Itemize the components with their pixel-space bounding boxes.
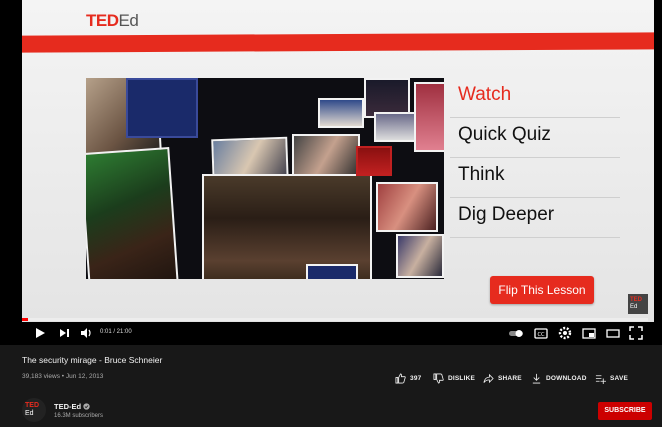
subscriber-count: 16.3M subscribers: [54, 413, 104, 419]
channel-watermark[interactable]: TED Ed: [628, 294, 648, 314]
video-player[interactable]: TEDEd Watch Quick Quiz Think Dig Deeper …: [0, 0, 662, 345]
save-button[interactable]: SAVE: [595, 372, 628, 384]
fullscreen-icon[interactable]: [628, 325, 644, 341]
download-button[interactable]: DOWNLOAD: [531, 372, 587, 384]
ted-ed-logo: TEDEd: [86, 11, 139, 30]
miniplayer-icon[interactable]: [581, 325, 597, 341]
thumbs-down-icon: [433, 373, 444, 383]
subscribe-button[interactable]: SUBSCRIBE: [598, 402, 652, 420]
autoplay-toggle-icon[interactable]: [508, 325, 524, 341]
like-count: 397: [410, 374, 422, 382]
player-controls: 0:01 / 21:00 CC: [0, 321, 662, 345]
video-metadata: 39,183 views • Jun 12, 2013: [22, 373, 104, 380]
flip-this-lesson-button[interactable]: Flip This Lesson: [490, 276, 594, 304]
share-button[interactable]: SHARE: [483, 372, 522, 384]
menu-item-watch[interactable]: Watch: [450, 78, 620, 118]
svg-text:CC: CC: [538, 332, 545, 338]
channel-name[interactable]: TED-Ed: [54, 402, 90, 411]
volume-icon[interactable]: [78, 325, 94, 341]
lesson-menu: Watch Quick Quiz Think Dig Deeper: [450, 78, 620, 238]
menu-item-quick-quiz[interactable]: Quick Quiz: [450, 118, 620, 158]
channel-avatar[interactable]: TED Ed: [22, 398, 46, 422]
red-banner: [22, 32, 654, 53]
captions-icon[interactable]: CC: [533, 325, 549, 341]
dislike-button[interactable]: DISLIKE: [433, 372, 475, 384]
share-icon: [483, 373, 494, 383]
like-button[interactable]: 397: [395, 372, 421, 384]
time-display: 0:01 / 21:00: [100, 329, 132, 335]
download-icon: [532, 373, 541, 383]
add-to-playlist-icon: [595, 374, 606, 384]
youtube-watch-page: TEDEd Watch Quick Quiz Think Dig Deeper …: [0, 0, 662, 427]
video-title: The security mirage - Bruce Schneier: [22, 355, 163, 365]
theater-mode-icon[interactable]: [605, 325, 621, 341]
play-icon[interactable]: [32, 325, 48, 341]
settings-gear-icon[interactable]: [557, 325, 573, 341]
next-icon[interactable]: [56, 325, 72, 341]
menu-item-dig-deeper[interactable]: Dig Deeper: [450, 198, 620, 238]
video-frame: TEDEd Watch Quick Quiz Think Dig Deeper …: [22, 0, 654, 322]
talk-collage-image: [86, 78, 444, 279]
thumbs-up-icon: [395, 373, 406, 383]
verified-check-icon: [83, 403, 90, 410]
menu-item-think[interactable]: Think: [450, 158, 620, 198]
